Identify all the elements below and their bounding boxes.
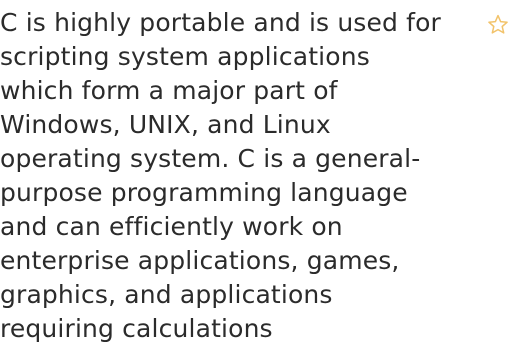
paragraph-line: C is highly portable and is used for [0, 8, 441, 37]
paragraph-line: graphics, and applications [0, 280, 333, 309]
content-card: C is highly portable and is used for scr… [0, 0, 518, 357]
paragraph-line: operating system. C is a general- [0, 144, 421, 173]
star-outline-icon [488, 14, 508, 34]
paragraph-line: Windows, UNIX, and Linux [0, 110, 331, 139]
favorite-button[interactable] [486, 12, 512, 38]
description-paragraph: C is highly portable and is used for scr… [0, 6, 468, 346]
paragraph-line: which form a major part of [0, 76, 338, 105]
paragraph-line: enterprise applications, games, [0, 246, 400, 275]
paragraph-line: scripting system applications [0, 42, 370, 71]
paragraph-line: purpose programming language [0, 178, 408, 207]
paragraph-line: requiring calculations [0, 314, 273, 343]
paragraph-line: and can efficiently work on [0, 212, 343, 241]
